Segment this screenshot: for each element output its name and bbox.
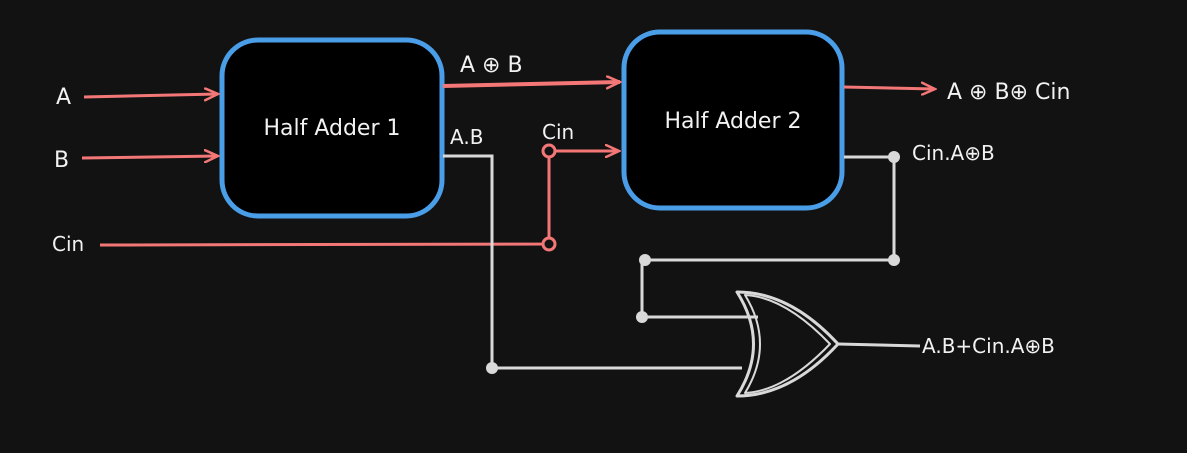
input-a-label: A bbox=[56, 85, 71, 110]
wire-carry-output bbox=[837, 342, 921, 348]
wire-b-input bbox=[81, 156, 218, 158]
input-cin-label: Cin bbox=[52, 232, 84, 256]
junction-dot bbox=[888, 151, 900, 163]
junction-dot bbox=[888, 254, 900, 266]
half-adder-2-label: Half Adder 2 bbox=[664, 109, 801, 134]
or-gate bbox=[735, 290, 840, 398]
wire-a-input bbox=[83, 94, 218, 97]
carry-output-label: A.B+Cin.A⊕B bbox=[922, 334, 1055, 358]
cin-ha2-label: Cin bbox=[542, 120, 574, 144]
ab-label: A.B bbox=[450, 125, 483, 149]
junction-dot bbox=[639, 254, 651, 266]
wire-sum-output bbox=[843, 87, 935, 89]
diagram-canvas: Half Adder 1 Half Adder 2 A B Cin A ⊕ B … bbox=[52, 29, 1070, 398]
sum-output-label: A ⊕ B⊕ Cin bbox=[947, 80, 1070, 105]
junction-dot bbox=[486, 362, 498, 374]
junction-dot bbox=[541, 236, 557, 252]
cin-axorb-label: Cin.A⊕B bbox=[912, 141, 995, 165]
input-b-label: B bbox=[54, 148, 69, 173]
junction-dot bbox=[636, 311, 648, 323]
junction-dot bbox=[541, 143, 557, 159]
half-adder-1-label: Half Adder 1 bbox=[263, 116, 400, 141]
a-xor-b-label: A ⊕ B bbox=[460, 53, 523, 78]
full-adder-diagram: Half Adder 1 Half Adder 2 A B Cin A ⊕ B … bbox=[0, 0, 1187, 448]
wire-a-xor-b bbox=[442, 82, 620, 86]
